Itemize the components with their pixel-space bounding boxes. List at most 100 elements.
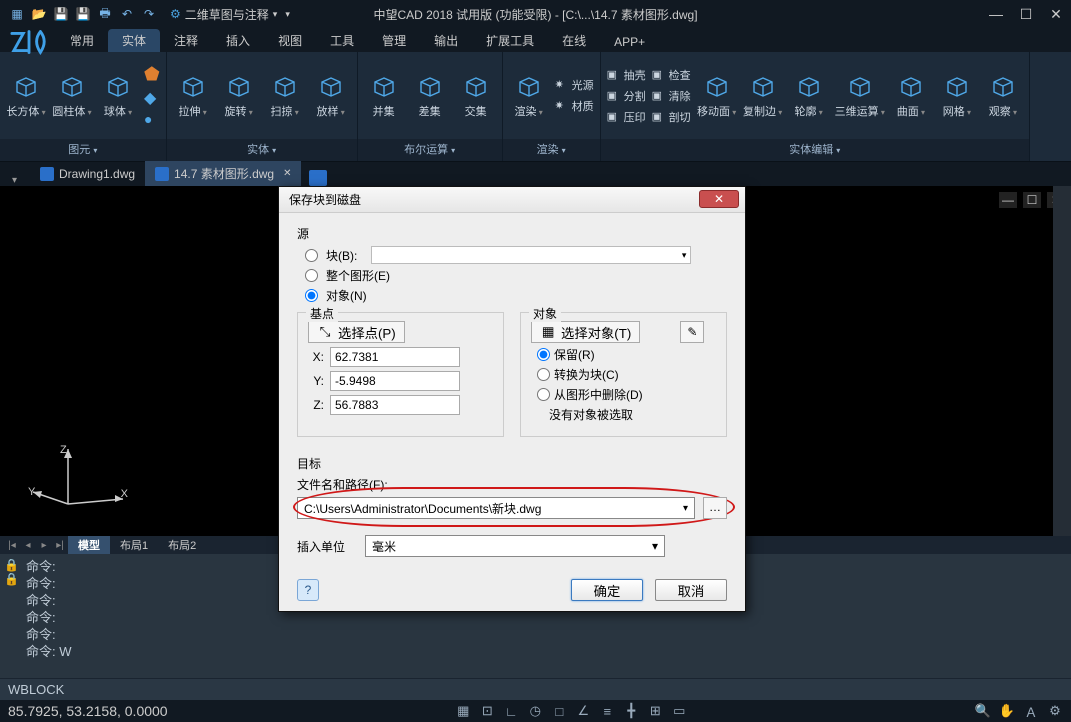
ribbon-btn[interactable]: 移动面 [697, 73, 737, 119]
browse-button[interactable]: … [703, 497, 727, 519]
layout-tab-1[interactable]: 布局1 [110, 536, 158, 554]
y-input[interactable] [330, 371, 460, 391]
radio-retain[interactable] [537, 348, 550, 361]
ok-button[interactable]: 确定 [571, 579, 643, 601]
ribbon-btn[interactable]: 圆柱体 [52, 73, 92, 119]
polar-icon[interactable]: ◷ [527, 703, 543, 719]
ribbon-btn[interactable]: 网格 [937, 73, 977, 119]
ribbon-btn[interactable]: 放样 [311, 73, 351, 119]
ribbon-small-btn[interactable]: ▣清除 [652, 87, 691, 105]
doctab-prev-icon[interactable]: ▾ [12, 175, 17, 186]
cancel-button[interactable]: 取消 [655, 579, 727, 601]
new-icon[interactable]: ▦ [8, 5, 26, 23]
ribbon-btn[interactable]: 三维运算 [835, 73, 885, 119]
pan-icon[interactable]: ✋ [999, 703, 1015, 719]
model-icon[interactable]: ▭ [671, 703, 687, 719]
dialog-titlebar[interactable]: 保存块到磁盘 ✕ [279, 187, 745, 213]
ribbon-btn[interactable]: 交集 [456, 73, 496, 119]
layout-first-icon[interactable]: |◂ [4, 540, 20, 551]
units-combobox[interactable]: 毫米 ▾ [365, 535, 665, 557]
undo-icon[interactable]: ↶ [118, 5, 136, 23]
ortho-icon[interactable]: ∟ [503, 703, 519, 719]
ribbon-small-btn[interactable]: ▣剖切 [652, 108, 691, 126]
zoom-icon[interactable]: 🔍 [975, 703, 991, 719]
ribbon-btn[interactable]: 轮廓 [789, 73, 829, 119]
save-icon[interactable]: 💾 [52, 5, 70, 23]
lwt-icon[interactable]: ≡ [599, 703, 615, 719]
ribbon-btn[interactable]: 长方体 [6, 73, 46, 119]
right-scrollbar[interactable] [1053, 186, 1071, 538]
osnap-icon[interactable]: □ [551, 703, 567, 719]
ribbon-small-btn[interactable]: ✷光源 [555, 76, 594, 94]
path-combobox[interactable]: C:\Users\Administrator\Documents\新块.dwg … [297, 497, 695, 519]
ribbon-btn[interactable]: 并集 [364, 73, 404, 119]
ribbon-btn[interactable]: 观察 [983, 73, 1023, 119]
cycle-icon[interactable]: ⊞ [647, 703, 663, 719]
select-objects-button[interactable]: ▦选择对象(T) [531, 321, 640, 343]
ribbon-btn[interactable]: 扫掠 [265, 73, 305, 119]
panel-label[interactable]: 实体 ▾ [167, 139, 357, 161]
layout-next-icon[interactable]: ▸ [36, 540, 52, 551]
ribbon-small-btn[interactable]: ▣分割 [607, 87, 646, 105]
radio-drawing[interactable] [305, 269, 318, 282]
workspace-selector[interactable]: ⚙ 二维草图与注释 ▾ ▾ [170, 6, 290, 23]
ribbon-tab-5[interactable]: 工具 [316, 29, 368, 52]
redo-icon[interactable]: ↷ [140, 5, 158, 23]
radio-convert[interactable] [537, 368, 550, 381]
pick-point-button[interactable]: ⤡选择点(P) [308, 321, 405, 343]
ribbon-tab-0[interactable]: 常用 [56, 29, 108, 52]
help-button[interactable]: ? [297, 579, 319, 601]
annotation-icon[interactable]: Ａ [1023, 703, 1039, 719]
lock-icon[interactable]: 🔒🔒 [4, 558, 19, 586]
command-input[interactable]: WBLOCK [0, 678, 1071, 700]
ribbon-tab-3[interactable]: 插入 [212, 29, 264, 52]
ribbon-btn[interactable]: 球体 [98, 73, 138, 119]
maximize-button[interactable]: ☐ [1011, 0, 1041, 28]
block-select[interactable]: ▾ [371, 246, 691, 264]
close-icon[interactable]: ✕ [283, 168, 291, 179]
ribbon-small-btn[interactable]: ✷材质 [555, 97, 594, 115]
z-input[interactable] [330, 395, 460, 415]
new-doc-button[interactable] [309, 170, 327, 186]
ribbon-tab-1[interactable]: 实体 [108, 29, 160, 52]
ribbon-tab-10[interactable]: APP+ [600, 32, 659, 52]
saveas-icon[interactable]: 💾 [74, 5, 92, 23]
ribbon-tab-7[interactable]: 输出 [420, 29, 472, 52]
ribbon-tab-2[interactable]: 注释 [160, 29, 212, 52]
layout-prev-icon[interactable]: ◂ [20, 540, 36, 551]
ribbon-btn[interactable]: 复制边 [743, 73, 783, 119]
ribbon-tab-4[interactable]: 视图 [264, 29, 316, 52]
open-icon[interactable]: 📂 [30, 5, 48, 23]
radio-objects[interactable] [305, 289, 318, 302]
print-icon[interactable]: 🖶 [96, 5, 114, 23]
snap-icon[interactable]: ⊡ [479, 703, 495, 719]
ribbon-tab-8[interactable]: 扩展工具 [472, 29, 548, 52]
ribbon-btn[interactable]: 拉伸 [173, 73, 213, 119]
radio-block[interactable] [305, 249, 318, 262]
dyn-icon[interactable]: ╋ [623, 703, 639, 719]
ribbon-btn[interactable]: 曲面 [891, 73, 931, 119]
layout-tab-0[interactable]: 模型 [68, 536, 110, 554]
vp-min-icon[interactable]: — [999, 192, 1017, 208]
ribbon-small-btn[interactable]: ▣压印 [607, 108, 646, 126]
ribbon-btn[interactable]: 渲染 [509, 73, 549, 119]
ribbon-btn[interactable]: 旋转 [219, 73, 259, 119]
panel-label[interactable]: 实体编辑 ▾ [601, 139, 1029, 161]
ribbon-btn[interactable]: 差集 [410, 73, 450, 119]
ribbon-tab-9[interactable]: 在线 [548, 29, 600, 52]
x-input[interactable] [330, 347, 460, 367]
radio-delete[interactable] [537, 388, 550, 401]
layout-last-icon[interactable]: ▸| [52, 540, 68, 551]
settings-icon[interactable]: ⚙ [1047, 703, 1063, 719]
ribbon-small-btn[interactable]: ▣抽壳 [607, 66, 646, 84]
ribbon-small-btn[interactable]: ▣检查 [652, 66, 691, 84]
doctab-1[interactable]: 14.7 素材图形.dwg✕ [145, 161, 301, 186]
ribbon-tab-6[interactable]: 管理 [368, 29, 420, 52]
otrack-icon[interactable]: ∠ [575, 703, 591, 719]
panel-label[interactable]: 渲染 ▾ [503, 139, 600, 161]
doctab-0[interactable]: Drawing1.dwg [30, 161, 145, 186]
grid-icon[interactable]: ▦ [455, 703, 471, 719]
quick-select-button[interactable]: ✎ [680, 321, 704, 343]
minimize-button[interactable]: — [981, 0, 1011, 28]
vp-max-icon[interactable]: ☐ [1023, 192, 1041, 208]
